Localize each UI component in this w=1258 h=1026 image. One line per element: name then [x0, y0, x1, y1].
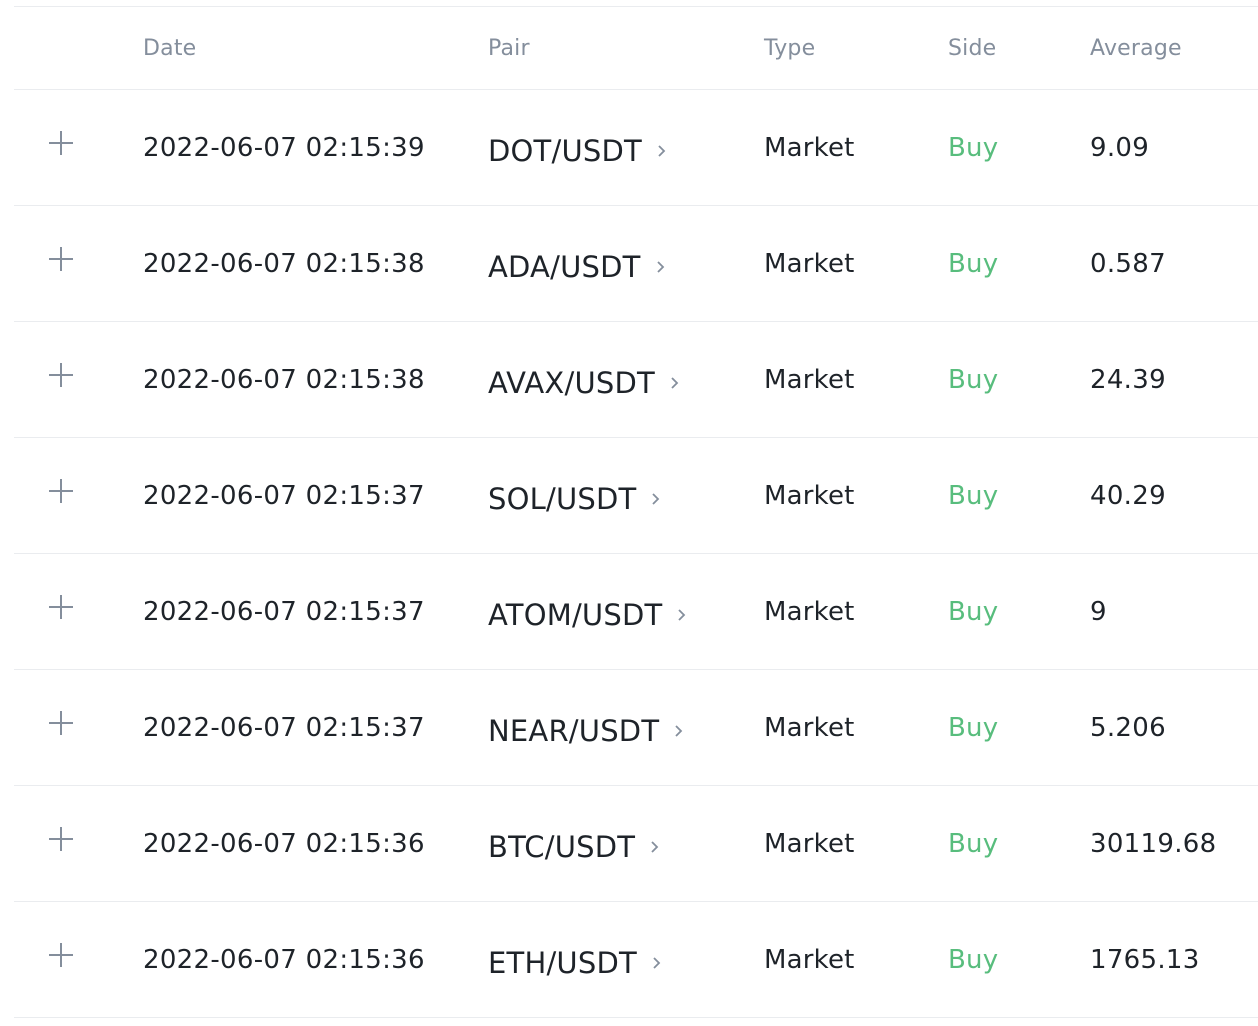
table-row: 2022-06-07 02:15:39 DOT/USDT Market Buy … [14, 90, 1258, 206]
header-date: Date [143, 36, 197, 61]
order-side: Buy [948, 133, 999, 163]
pair-link[interactable]: ADA/USDT [488, 250, 667, 284]
order-side: Buy [948, 597, 999, 627]
chevron-right-icon [652, 493, 660, 505]
order-side: Buy [948, 945, 999, 975]
pair-link[interactable]: BTC/USDT [488, 830, 661, 864]
table-row: 2022-06-07 02:15:36 BTC/USDT Market Buy … [14, 786, 1258, 902]
order-date: 2022-06-07 02:15:38 [143, 249, 425, 279]
order-date: 2022-06-07 02:15:38 [143, 365, 425, 395]
chevron-right-icon [656, 261, 664, 273]
order-average: 24.39 [1090, 365, 1166, 395]
header-average: Average [1090, 36, 1182, 61]
plus-icon[interactable] [48, 594, 74, 620]
chevron-right-icon [651, 841, 659, 853]
pair-link[interactable]: DOT/USDT [488, 134, 668, 168]
order-type: Market [764, 597, 855, 627]
order-date: 2022-06-07 02:15:37 [143, 481, 425, 511]
order-type: Market [764, 249, 855, 279]
plus-icon[interactable] [48, 362, 74, 388]
pair-link[interactable]: AVAX/USDT [488, 366, 681, 400]
chevron-right-icon [671, 377, 679, 389]
order-average: 1765.13 [1090, 945, 1200, 975]
order-average: 30119.68 [1090, 829, 1217, 859]
chevron-right-icon [658, 145, 666, 157]
table-row: 2022-06-07 02:15:38 AVAX/USDT Market Buy… [14, 322, 1258, 438]
plus-icon[interactable] [48, 246, 74, 272]
order-average: 9.09 [1090, 133, 1150, 163]
order-average: 9 [1090, 597, 1107, 627]
order-type: Market [764, 945, 855, 975]
order-type: Market [764, 365, 855, 395]
pair-label: ETH/USDT [488, 946, 637, 980]
top-divider [14, 6, 1258, 7]
pair-link[interactable]: ETH/USDT [488, 946, 663, 980]
pair-label: ATOM/USDT [488, 598, 663, 632]
header-pair: Pair [488, 36, 530, 61]
chevron-right-icon [653, 957, 661, 969]
pair-label: NEAR/USDT [488, 714, 660, 748]
order-side: Buy [948, 713, 999, 743]
pair-link[interactable]: NEAR/USDT [488, 714, 685, 748]
pair-label: AVAX/USDT [488, 366, 655, 400]
order-type: Market [764, 713, 855, 743]
order-average: 40.29 [1090, 481, 1166, 511]
table-row: 2022-06-07 02:15:37 SOL/USDT Market Buy … [14, 438, 1258, 554]
order-date: 2022-06-07 02:15:37 [143, 713, 425, 743]
pair-label: DOT/USDT [488, 134, 642, 168]
chevron-right-icon [678, 609, 686, 621]
pair-link[interactable]: SOL/USDT [488, 482, 662, 516]
order-side: Buy [948, 481, 999, 511]
order-side: Buy [948, 365, 999, 395]
table-row: 2022-06-07 02:15:38 ADA/USDT Market Buy … [14, 206, 1258, 322]
plus-icon[interactable] [48, 478, 74, 504]
chevron-right-icon [675, 725, 683, 737]
plus-icon[interactable] [48, 710, 74, 736]
header-type: Type [764, 36, 816, 61]
order-history-table: Date Pair Type Side Average 2022-06-07 0… [14, 8, 1258, 1018]
order-average: 0.587 [1090, 249, 1166, 279]
pair-label: SOL/USDT [488, 482, 637, 516]
order-history-page: Date Pair Type Side Average 2022-06-07 0… [0, 0, 1258, 1026]
plus-icon[interactable] [48, 942, 74, 968]
table-row: 2022-06-07 02:15:37 NEAR/USDT Market Buy… [14, 670, 1258, 786]
order-date: 2022-06-07 02:15:37 [143, 597, 425, 627]
plus-icon[interactable] [48, 826, 74, 852]
pair-label: ADA/USDT [488, 250, 641, 284]
order-type: Market [764, 133, 855, 163]
order-date: 2022-06-07 02:15:39 [143, 133, 425, 163]
order-type: Market [764, 829, 855, 859]
pair-link[interactable]: ATOM/USDT [488, 598, 688, 632]
order-side: Buy [948, 249, 999, 279]
order-date: 2022-06-07 02:15:36 [143, 829, 425, 859]
pair-label: BTC/USDT [488, 830, 636, 864]
table-header: Date Pair Type Side Average [14, 8, 1258, 90]
table-row: 2022-06-07 02:15:36 ETH/USDT Market Buy … [14, 902, 1258, 1018]
order-date: 2022-06-07 02:15:36 [143, 945, 425, 975]
order-average: 5.206 [1090, 713, 1166, 743]
header-side: Side [948, 36, 997, 61]
plus-icon[interactable] [48, 130, 74, 156]
order-side: Buy [948, 829, 999, 859]
order-type: Market [764, 481, 855, 511]
table-row: 2022-06-07 02:15:37 ATOM/USDT Market Buy… [14, 554, 1258, 670]
